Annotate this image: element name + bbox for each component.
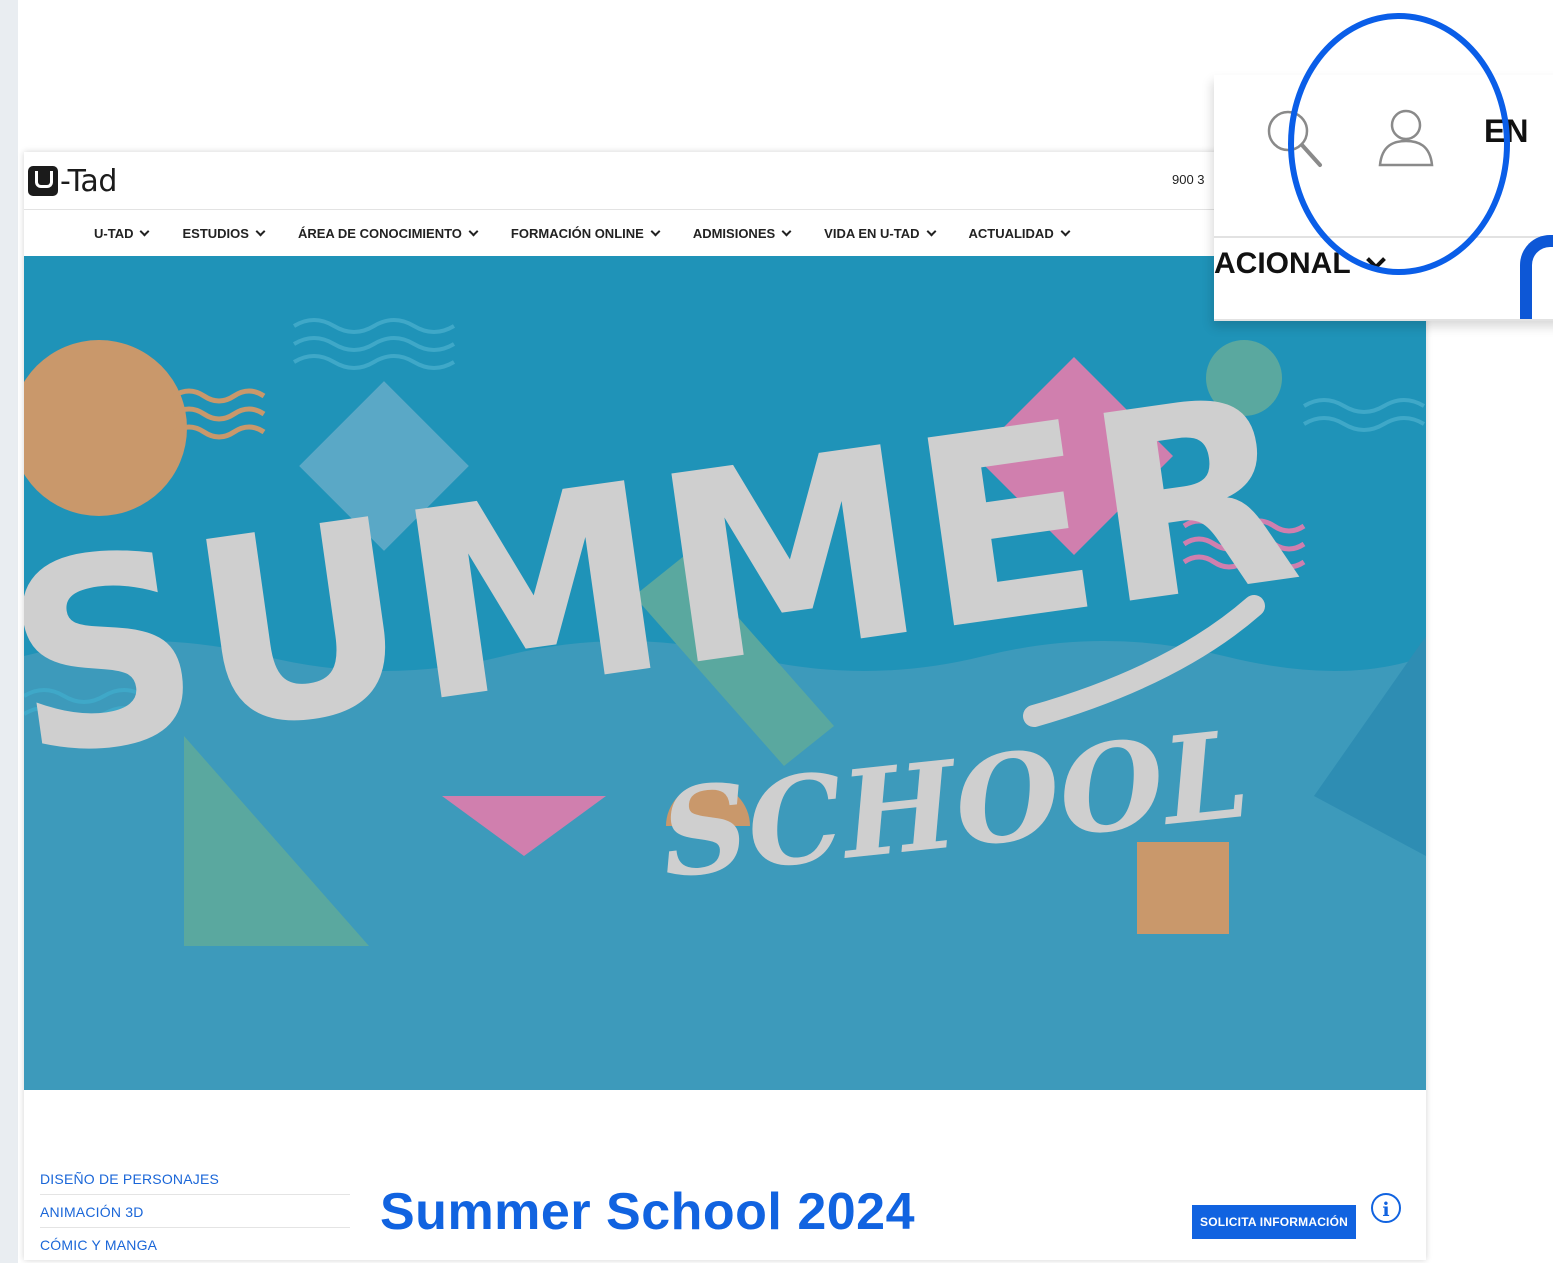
- nav-item-label: ACTUALIDAD: [968, 225, 1054, 241]
- nav-item-admisiones[interactable]: ADMISIONES: [692, 225, 792, 241]
- nav-item-u-tad[interactable]: U-TAD: [94, 225, 150, 241]
- sidebar-item-animacion-3d[interactable]: ANIMACIÓN 3D: [40, 1195, 350, 1228]
- left-gutter: [0, 0, 18, 1263]
- nav-item-formacion-online[interactable]: FORMACIÓN ONLINE: [510, 225, 661, 241]
- highlight-circle-annotation: [1288, 13, 1510, 275]
- summer-school-illustration: SUMMER SCHOOL: [24, 256, 1426, 1090]
- nav-item-estudios[interactable]: ESTUDIOS: [182, 225, 266, 241]
- nav-item-label: ESTUDIOS: [182, 225, 249, 241]
- info-icon[interactable]: i: [1371, 1193, 1401, 1223]
- chevron-down-icon: [926, 226, 936, 236]
- nav-item-label: ADMISIONES: [692, 225, 776, 241]
- chevron-down-icon: [468, 226, 479, 236]
- annotation-stroke: [1520, 235, 1553, 321]
- logo-text: -Tad: [60, 163, 117, 199]
- page-title: Summer School 2024: [380, 1183, 915, 1241]
- sidebar-course-list: DISEÑO DE PERSONAJES ANIMACIÓN 3D CÓMIC …: [40, 1162, 350, 1260]
- u-logo-icon: [28, 166, 58, 196]
- zoom-nav-label: ACIONAL: [1214, 247, 1351, 280]
- nav-item-vida-en-u-tad[interactable]: VIDA EN U-TAD: [824, 225, 936, 241]
- zoom-bottom-divider: [1214, 319, 1553, 321]
- nav-item-label: VIDA EN U-TAD: [824, 225, 920, 241]
- phone-number[interactable]: 900 3: [1172, 172, 1205, 187]
- main-nav: U-TAD ESTUDIOS ÁREA DE CONOCIMIENTO FORM…: [94, 210, 1071, 256]
- sidebar-item-comic-manga[interactable]: CÓMIC Y MANGA: [40, 1228, 350, 1260]
- nav-item-label: ÁREA DE CONOCIMIENTO: [297, 225, 462, 241]
- nav-item-label: FORMACIÓN ONLINE: [510, 225, 644, 241]
- chevron-down-icon: [255, 226, 266, 236]
- hero-banner: SUMMER SCHOOL: [24, 256, 1426, 1090]
- sidebar-item-diseno-personajes[interactable]: DISEÑO DE PERSONAJES: [40, 1162, 350, 1195]
- nav-item-actualidad[interactable]: ACTUALIDAD: [968, 225, 1071, 241]
- request-info-button[interactable]: SOLICITA INFORMACIÓN: [1192, 1205, 1356, 1239]
- chevron-down-icon: [140, 226, 150, 236]
- chevron-down-icon: [1060, 226, 1071, 236]
- nav-item-area-conocimiento[interactable]: ÁREA DE CONOCIMIENTO: [297, 225, 479, 241]
- chevron-down-icon: [650, 226, 661, 236]
- nav-item-label: U-TAD: [94, 225, 134, 241]
- u-tad-logo[interactable]: -Tad: [28, 163, 117, 199]
- chevron-down-icon: [781, 226, 792, 236]
